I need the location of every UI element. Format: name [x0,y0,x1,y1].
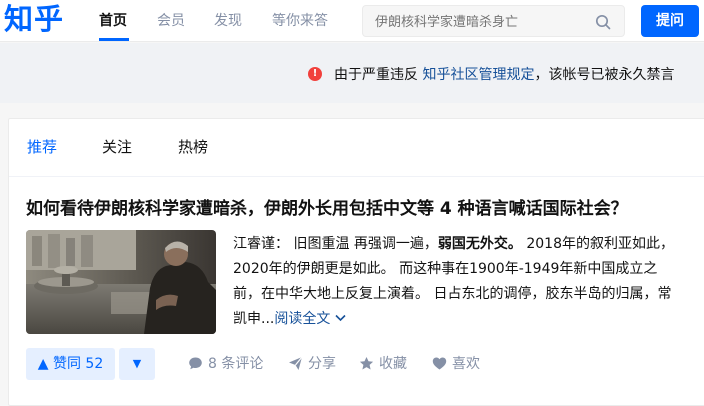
warning-icon: ! [308,67,322,81]
answer-thumbnail[interactable] [26,230,216,334]
thumbnail-image [26,230,216,334]
tab-recommended[interactable]: 推荐 [27,137,57,157]
nav-home[interactable]: 首页 [99,12,127,30]
share-label: 分享 [308,356,336,372]
read-more-label: 阅读全文 [274,311,331,327]
ask-button[interactable]: 提问 [641,5,699,37]
nav-discover[interactable]: 发现 [214,12,242,30]
tab-hot-list[interactable]: 热榜 [178,137,208,157]
favorite-button[interactable]: 收藏 [359,348,407,380]
feed-card: 推荐 关注 热榜 如何看待伊朗核科学家遭暗杀，伊朗外长用包括中文等 4 种语言喊… [8,118,704,406]
excerpt-part-1: 旧图重温 再强调一遍， [289,236,438,252]
favorite-label: 收藏 [379,356,407,372]
chevron-down-icon [335,314,346,322]
search-icon[interactable] [595,14,611,30]
read-more-link[interactable]: 阅读全文 [274,311,346,327]
feed-tabs: 推荐 关注 热榜 [9,119,704,177]
upvote-button[interactable]: ▲ 赞同 52 [26,348,115,380]
search-input[interactable] [375,12,585,32]
zhihu-logo[interactable]: 知乎 [4,0,64,38]
answer-actions: ▲ 赞同 52 ▼ 8 条评论 分享 收藏 喜欢 [26,348,666,380]
share-icon [289,356,303,370]
ban-notice-bar: ! 由于严重违反 知乎社区管理规定，该帐号已被永久禁言 [0,43,704,103]
notice-text-after: ，该帐号已被永久禁言 [534,67,675,83]
share-button[interactable]: 分享 [288,348,336,380]
question-title[interactable]: 如何看待伊朗核科学家遭暗杀，伊朗外长用包括中文等 4 种语言喊话国际社会？ [26,197,628,221]
star-icon [359,357,374,370]
excerpt-bold: 弱国无外交。 [437,236,522,252]
downvote-button[interactable]: ▼ [119,348,155,380]
comment-button[interactable]: 8 条评论 [188,348,263,380]
nav-active-indicator [99,38,129,41]
like-label: 喜欢 [452,356,480,372]
answer-excerpt[interactable]: 江睿谨： 旧图重温 再强调一遍，弱国无外交。 2018年的叙利亚如此，2020年… [233,232,677,332]
nav-membership[interactable]: 会员 [157,12,185,30]
like-button[interactable]: 喜欢 [432,348,480,380]
comment-count: 8 条评论 [208,356,264,372]
notice-text-before: 由于严重违反 [334,67,423,83]
search-box[interactable] [362,5,625,37]
nav-waiting-answers[interactable]: 等你来答 [272,12,328,30]
community-rules-link[interactable]: 知乎社区管理规定 [422,67,534,83]
heart-icon [432,357,447,370]
ban-notice-text: 由于严重违反 知乎社区管理规定，该帐号已被永久禁言 [334,66,674,84]
answer-author[interactable]: 江睿谨： [233,236,289,252]
top-header: 知乎 首页 会员 发现 等你来答 提问 [0,0,704,42]
tab-following[interactable]: 关注 [102,137,132,157]
comment-icon [189,357,202,370]
